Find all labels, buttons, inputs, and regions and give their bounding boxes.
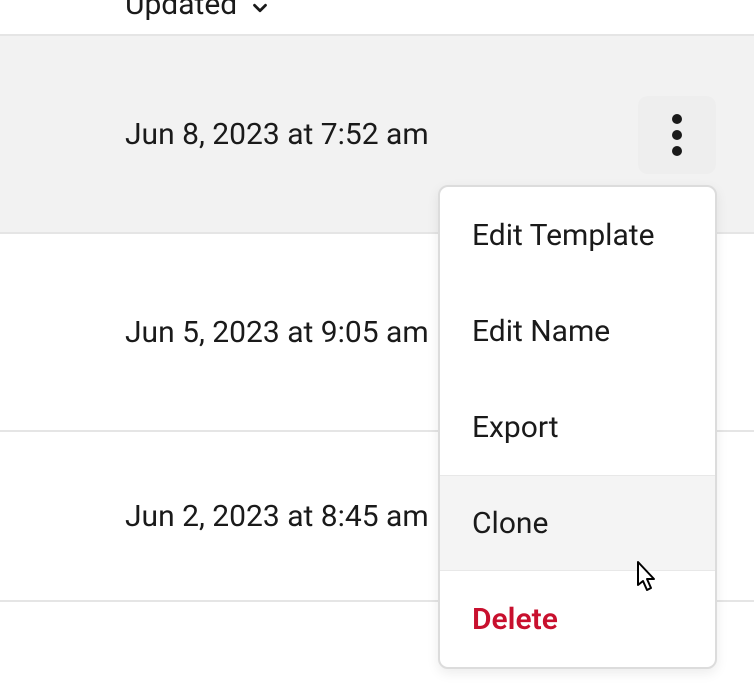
menu-item-label: Delete bbox=[472, 602, 558, 637]
chevron-down-icon bbox=[249, 0, 271, 19]
row-timestamp: Jun 5, 2023 at 9:05 am bbox=[125, 315, 429, 350]
menu-item-edit-template[interactable]: Edit Template bbox=[440, 187, 715, 283]
row-timestamp: Jun 8, 2023 at 7:52 am bbox=[125, 117, 429, 152]
menu-item-clone[interactable]: Clone bbox=[440, 475, 715, 571]
menu-item-label: Clone bbox=[472, 506, 548, 541]
menu-item-label: Edit Template bbox=[472, 218, 655, 253]
menu-item-label: Export bbox=[472, 410, 559, 445]
menu-item-export[interactable]: Export bbox=[440, 379, 715, 475]
more-vertical-icon bbox=[672, 114, 682, 156]
column-header-updated[interactable]: Updated bbox=[0, 0, 754, 36]
row-timestamp: Jun 2, 2023 at 8:45 am bbox=[125, 499, 429, 534]
actions-dropdown: Edit Template Edit Name Export Clone Del… bbox=[438, 185, 717, 669]
menu-item-delete[interactable]: Delete bbox=[440, 571, 715, 667]
more-actions-button[interactable] bbox=[638, 96, 716, 174]
column-header-label: Updated bbox=[125, 0, 237, 22]
menu-item-label: Edit Name bbox=[472, 314, 610, 349]
menu-item-edit-name[interactable]: Edit Name bbox=[440, 283, 715, 379]
